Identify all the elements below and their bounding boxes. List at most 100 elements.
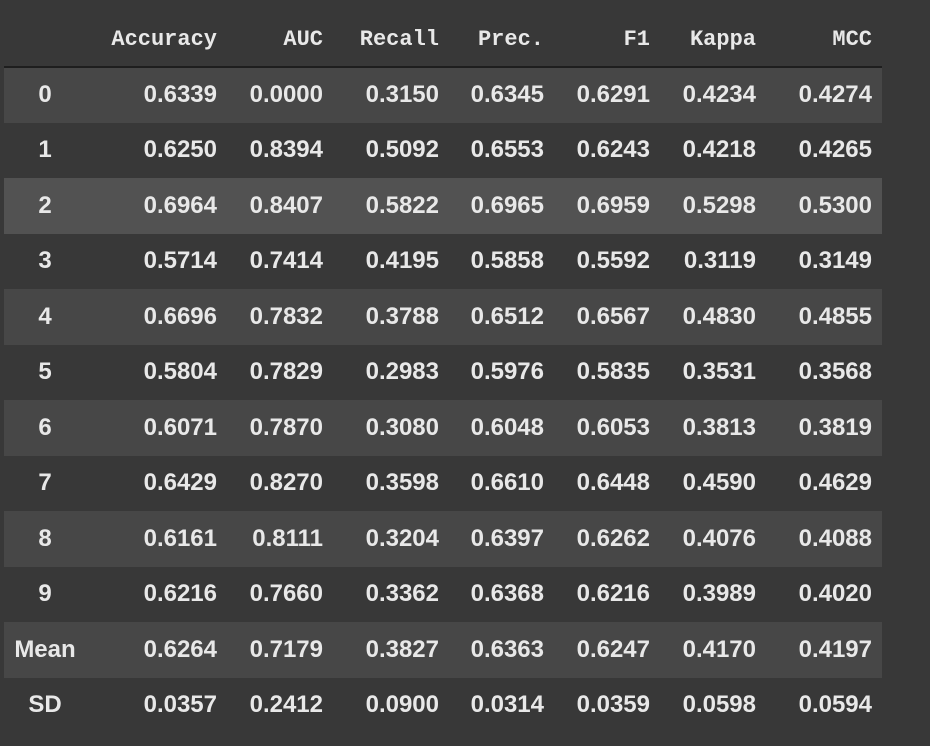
- column-header-accuracy: Accuracy: [90, 12, 227, 68]
- cell-mcc: 0.3149: [766, 233, 882, 289]
- table-row: Mean 0.6264 0.7179 0.3827 0.6363 0.6247 0.4170…: [4, 622, 882, 678]
- table-header: Accuracy AUC Recall Prec. F1 Kappa MCC: [4, 12, 882, 68]
- cell-precision: 0.6345: [449, 67, 554, 123]
- cell-recall: 0.3080: [333, 400, 449, 456]
- column-header-recall: Recall: [333, 12, 449, 68]
- table-row: 4 0.6696 0.7832 0.3788 0.6512 0.6567 0.4830 0.4…: [4, 289, 882, 345]
- row-index-label: 0: [4, 67, 90, 123]
- cell-kappa: 0.0598: [660, 677, 766, 733]
- cell-f1: 0.6216: [554, 566, 660, 622]
- cell-recall: 0.3204: [333, 511, 449, 567]
- column-header-auc: AUC: [227, 12, 333, 68]
- row-index-label: 6: [4, 400, 90, 456]
- cell-mcc: 0.4274: [766, 67, 882, 123]
- row-index-label: 4: [4, 289, 90, 345]
- table-row: 6 0.6071 0.7870 0.3080 0.6048 0.6053 0.3813 0.3…: [4, 400, 882, 456]
- cell-auc: 0.0000: [227, 67, 333, 123]
- cell-mcc: 0.4855: [766, 289, 882, 345]
- row-index-label: 3: [4, 233, 90, 289]
- cell-kappa: 0.5298: [660, 178, 766, 234]
- cell-kappa: 0.3813: [660, 400, 766, 456]
- table-row: 1 0.6250 0.8394 0.5092 0.6553 0.6243 0.4218 0.4…: [4, 122, 882, 178]
- cell-f1: 0.6053: [554, 400, 660, 456]
- cell-accuracy: 0.6250: [90, 122, 227, 178]
- column-header-kappa: Kappa: [660, 12, 766, 68]
- row-index-label: 2: [4, 178, 90, 234]
- cell-accuracy: 0.6696: [90, 289, 227, 345]
- cell-precision: 0.5858: [449, 233, 554, 289]
- notebook-output-area: Accuracy AUC Recall Prec. F1 Kappa MCC 0…: [0, 0, 930, 746]
- row-index-label: 1: [4, 122, 90, 178]
- cell-recall: 0.3150: [333, 67, 449, 123]
- row-index-label: Mean: [4, 622, 90, 678]
- table-row: 7 0.6429 0.8270 0.3598 0.6610 0.6448 0.4590 0.4…: [4, 455, 882, 511]
- column-header-f1: F1: [554, 12, 660, 68]
- cell-accuracy: 0.6339: [90, 67, 227, 123]
- cell-mcc: 0.3819: [766, 400, 882, 456]
- cell-kappa: 0.4170: [660, 622, 766, 678]
- cell-kappa: 0.4830: [660, 289, 766, 345]
- cell-f1: 0.6567: [554, 289, 660, 345]
- cell-f1: 0.5592: [554, 233, 660, 289]
- cell-accuracy: 0.6264: [90, 622, 227, 678]
- cell-recall: 0.5092: [333, 122, 449, 178]
- cell-auc: 0.7179: [227, 622, 333, 678]
- table-body: 0 0.6339 0.0000 0.3150 0.6345 0.6291 0.4234 0.4…: [4, 67, 882, 733]
- cell-accuracy: 0.0357: [90, 677, 227, 733]
- cell-accuracy: 0.6071: [90, 400, 227, 456]
- cell-auc: 0.8394: [227, 122, 333, 178]
- header-row: Accuracy AUC Recall Prec. F1 Kappa MCC: [4, 12, 882, 68]
- cell-kappa: 0.3989: [660, 566, 766, 622]
- cell-mcc: 0.0594: [766, 677, 882, 733]
- cell-precision: 0.6368: [449, 566, 554, 622]
- table-row: 0 0.6339 0.0000 0.3150 0.6345 0.6291 0.4234 0.4…: [4, 67, 882, 123]
- cell-accuracy: 0.6429: [90, 455, 227, 511]
- cell-f1: 0.0359: [554, 677, 660, 733]
- cell-kappa: 0.3119: [660, 233, 766, 289]
- cell-accuracy: 0.6964: [90, 178, 227, 234]
- cell-f1: 0.5835: [554, 344, 660, 400]
- cell-kappa: 0.3531: [660, 344, 766, 400]
- row-index-label: SD: [4, 677, 90, 733]
- cell-recall: 0.0900: [333, 677, 449, 733]
- table-row: 8 0.6161 0.8111 0.3204 0.6397 0.6262 0.4076 0.4…: [4, 511, 882, 567]
- row-index-label: 7: [4, 455, 90, 511]
- cell-auc: 0.7870: [227, 400, 333, 456]
- cell-kappa: 0.4218: [660, 122, 766, 178]
- cell-f1: 0.6291: [554, 67, 660, 123]
- cell-accuracy: 0.5714: [90, 233, 227, 289]
- cell-recall: 0.2983: [333, 344, 449, 400]
- cell-auc: 0.8407: [227, 178, 333, 234]
- cell-f1: 0.6959: [554, 178, 660, 234]
- cell-accuracy: 0.5804: [90, 344, 227, 400]
- cell-f1: 0.6448: [554, 455, 660, 511]
- cell-accuracy: 0.6161: [90, 511, 227, 567]
- row-index-label: 5: [4, 344, 90, 400]
- table-row: SD 0.0357 0.2412 0.0900 0.0314 0.0359 0.0598 0.…: [4, 677, 882, 733]
- cell-mcc: 0.5300: [766, 178, 882, 234]
- cell-precision: 0.6512: [449, 289, 554, 345]
- cell-auc: 0.7660: [227, 566, 333, 622]
- cell-recall: 0.4195: [333, 233, 449, 289]
- cell-mcc: 0.4020: [766, 566, 882, 622]
- cell-auc: 0.7829: [227, 344, 333, 400]
- column-header-precision: Prec.: [449, 12, 554, 68]
- cell-f1: 0.6262: [554, 511, 660, 567]
- table-row: 5 0.5804 0.7829 0.2983 0.5976 0.5835 0.3531 0.3…: [4, 344, 882, 400]
- column-header-mcc: MCC: [766, 12, 882, 68]
- table-row: 2 0.6964 0.8407 0.5822 0.6965 0.6959 0.5298 0.5…: [4, 178, 882, 234]
- results-dataframe: Accuracy AUC Recall Prec. F1 Kappa MCC 0…: [4, 12, 882, 733]
- table-row: 3 0.5714 0.7414 0.4195 0.5858 0.5592 0.3119 0.3…: [4, 233, 882, 289]
- cell-recall: 0.3362: [333, 566, 449, 622]
- cell-mcc: 0.4197: [766, 622, 882, 678]
- cell-auc: 0.8111: [227, 511, 333, 567]
- cell-mcc: 0.4088: [766, 511, 882, 567]
- cell-kappa: 0.4234: [660, 67, 766, 123]
- cell-recall: 0.3598: [333, 455, 449, 511]
- cell-kappa: 0.4590: [660, 455, 766, 511]
- cell-recall: 0.3788: [333, 289, 449, 345]
- cell-precision: 0.5976: [449, 344, 554, 400]
- cell-accuracy: 0.6216: [90, 566, 227, 622]
- row-index-label: 9: [4, 566, 90, 622]
- cell-mcc: 0.4265: [766, 122, 882, 178]
